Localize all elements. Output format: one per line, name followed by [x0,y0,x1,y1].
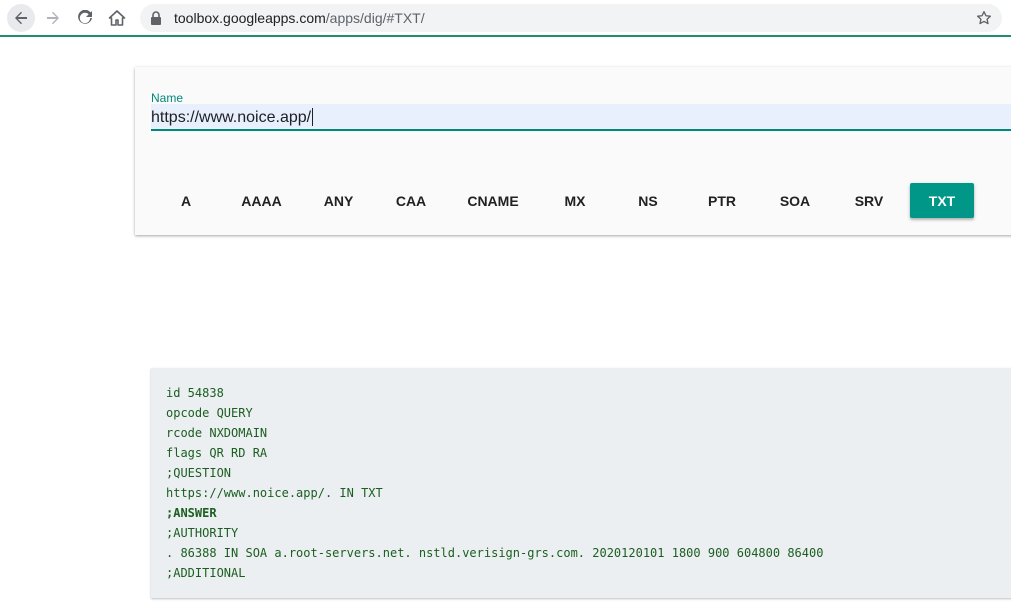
result-line: id 54838 [166,386,224,400]
query-card: Name AAAAAANYCAACNAMEMXNSPTRSOASRVTXT [135,67,1011,235]
lock-icon [151,11,161,25]
record-type-caa-button[interactable]: CAA [393,183,429,218]
result-line: . 86388 IN SOA a.root-servers.net. nstld… [166,546,824,560]
record-type-ptr-button[interactable]: PTR [704,183,740,218]
result-line: rcode NXDOMAIN [166,426,268,440]
browser-toolbar: toolbox.googleapps.com/apps/dig/#TXT/ [0,0,1011,37]
result-line: ;AUTHORITY [166,526,239,540]
arrow-left-icon [15,11,27,25]
name-input[interactable] [151,104,1011,131]
record-type-any-button[interactable]: ANY [320,183,357,218]
result-line: flags QR RD RA [166,446,268,460]
reload-icon [78,10,92,24]
reload-button[interactable] [71,4,99,32]
text-caret [312,108,314,126]
address-bar[interactable]: toolbox.googleapps.com/apps/dig/#TXT/ [140,4,1002,32]
arrow-right-icon [47,11,59,25]
home-button[interactable] [103,4,131,32]
record-type-ns-button[interactable]: NS [634,183,662,218]
record-type-mx-button[interactable]: MX [559,183,591,218]
result-line: ;ANSWER [166,506,217,520]
result-line: ;ADDITIONAL [166,566,246,580]
result-line: ;QUESTION [166,466,232,480]
url-host: toolbox.googleapps.com [174,10,326,26]
record-type-srv-button[interactable]: SRV [849,183,889,218]
back-button[interactable] [7,4,35,32]
dig-result-panel: id 54838 opcode QUERY rcode NXDOMAIN flags … [151,368,1011,598]
url-text: toolbox.googleapps.com/apps/dig/#TXT/ [174,10,425,26]
forward-button[interactable] [39,4,67,32]
result-line: https://www.noice.app/. IN TXT [166,486,383,500]
star-icon[interactable] [976,10,992,26]
home-icon [108,10,126,26]
record-type-cname-button[interactable]: CNAME [460,183,526,218]
record-type-aaaa-button[interactable]: AAAA [232,183,291,218]
record-type-soa-button[interactable]: SOA [775,183,815,218]
result-line: opcode QUERY [166,406,253,420]
record-type-a-button[interactable]: A [172,183,200,218]
name-label: Name [151,91,184,105]
record-type-txt-button[interactable]: TXT [910,183,974,218]
url-path: /apps/dig/#TXT/ [325,10,425,26]
